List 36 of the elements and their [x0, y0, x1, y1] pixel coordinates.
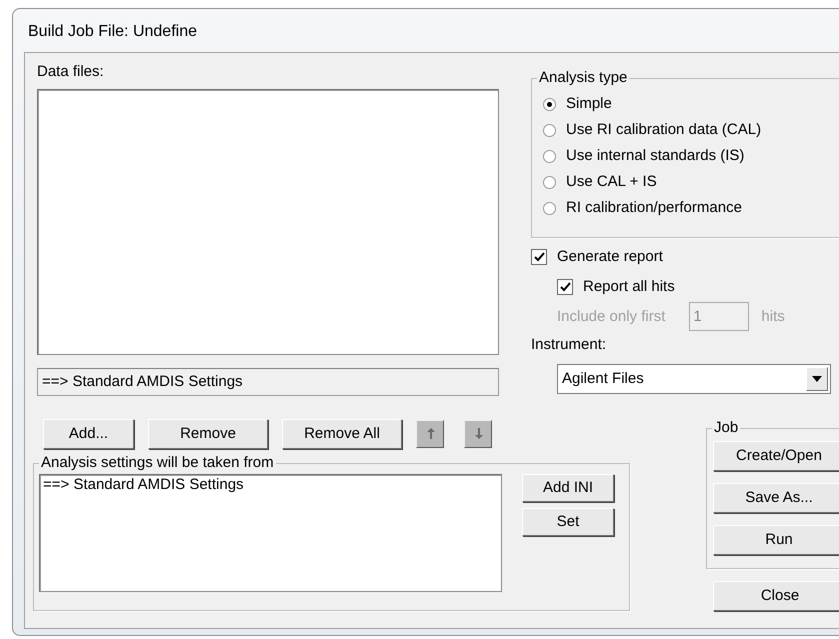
option-label: Simple — [566, 95, 612, 113]
instrument-dropdown[interactable]: Agilent Files — [557, 364, 831, 394]
add-ini-button[interactable]: Add INI — [522, 474, 614, 502]
checkbox[interactable] — [531, 249, 547, 265]
checkbox[interactable] — [557, 279, 573, 295]
checkbox-label: Generate report — [557, 248, 663, 266]
add-button[interactable]: Add... — [43, 418, 134, 448]
create-open-button[interactable]: Create/Open — [713, 441, 839, 471]
instrument-label: Instrument: — [531, 336, 606, 354]
hits-label: hits — [761, 308, 785, 326]
option-label: Use RI calibration data (CAL) — [566, 121, 762, 139]
move-up-button[interactable] — [416, 420, 444, 448]
move-down-button[interactable] — [464, 420, 492, 448]
radio-button[interactable] — [543, 176, 556, 188]
include-label: Include only first — [557, 308, 666, 326]
option-label: RI calibration/performance — [566, 199, 742, 217]
settings-status-field: ==> Standard AMDIS Settings — [37, 368, 499, 396]
close-button[interactable]: Close — [713, 581, 839, 611]
data-files-label: Data files: — [37, 63, 104, 81]
remove-button[interactable]: Remove — [148, 418, 268, 448]
checkbox-label: Report all hits — [583, 278, 675, 296]
window-title: Build Job File: Undefine — [27, 22, 197, 42]
remove-all-button[interactable]: Remove All — [282, 418, 402, 448]
settings-list-item[interactable]: ==> Standard AMDIS Settings — [43, 476, 498, 494]
option-label: Use internal standards (IS) — [566, 147, 744, 165]
save-as-button[interactable]: Save As... — [713, 483, 839, 513]
radio-button[interactable] — [543, 98, 556, 110]
run-button[interactable]: Run — [713, 525, 839, 555]
set-button[interactable]: Set — [522, 508, 614, 536]
group-title: Analysis settings will be taken from — [39, 454, 276, 472]
option-label: Use CAL + IS — [566, 173, 657, 191]
settings-list[interactable]: ==> Standard AMDIS Settings — [39, 474, 502, 592]
group-title: Analysis type — [537, 69, 630, 87]
radio-button[interactable] — [543, 150, 556, 162]
radio-button[interactable] — [543, 202, 556, 214]
radio-button[interactable] — [543, 124, 556, 136]
